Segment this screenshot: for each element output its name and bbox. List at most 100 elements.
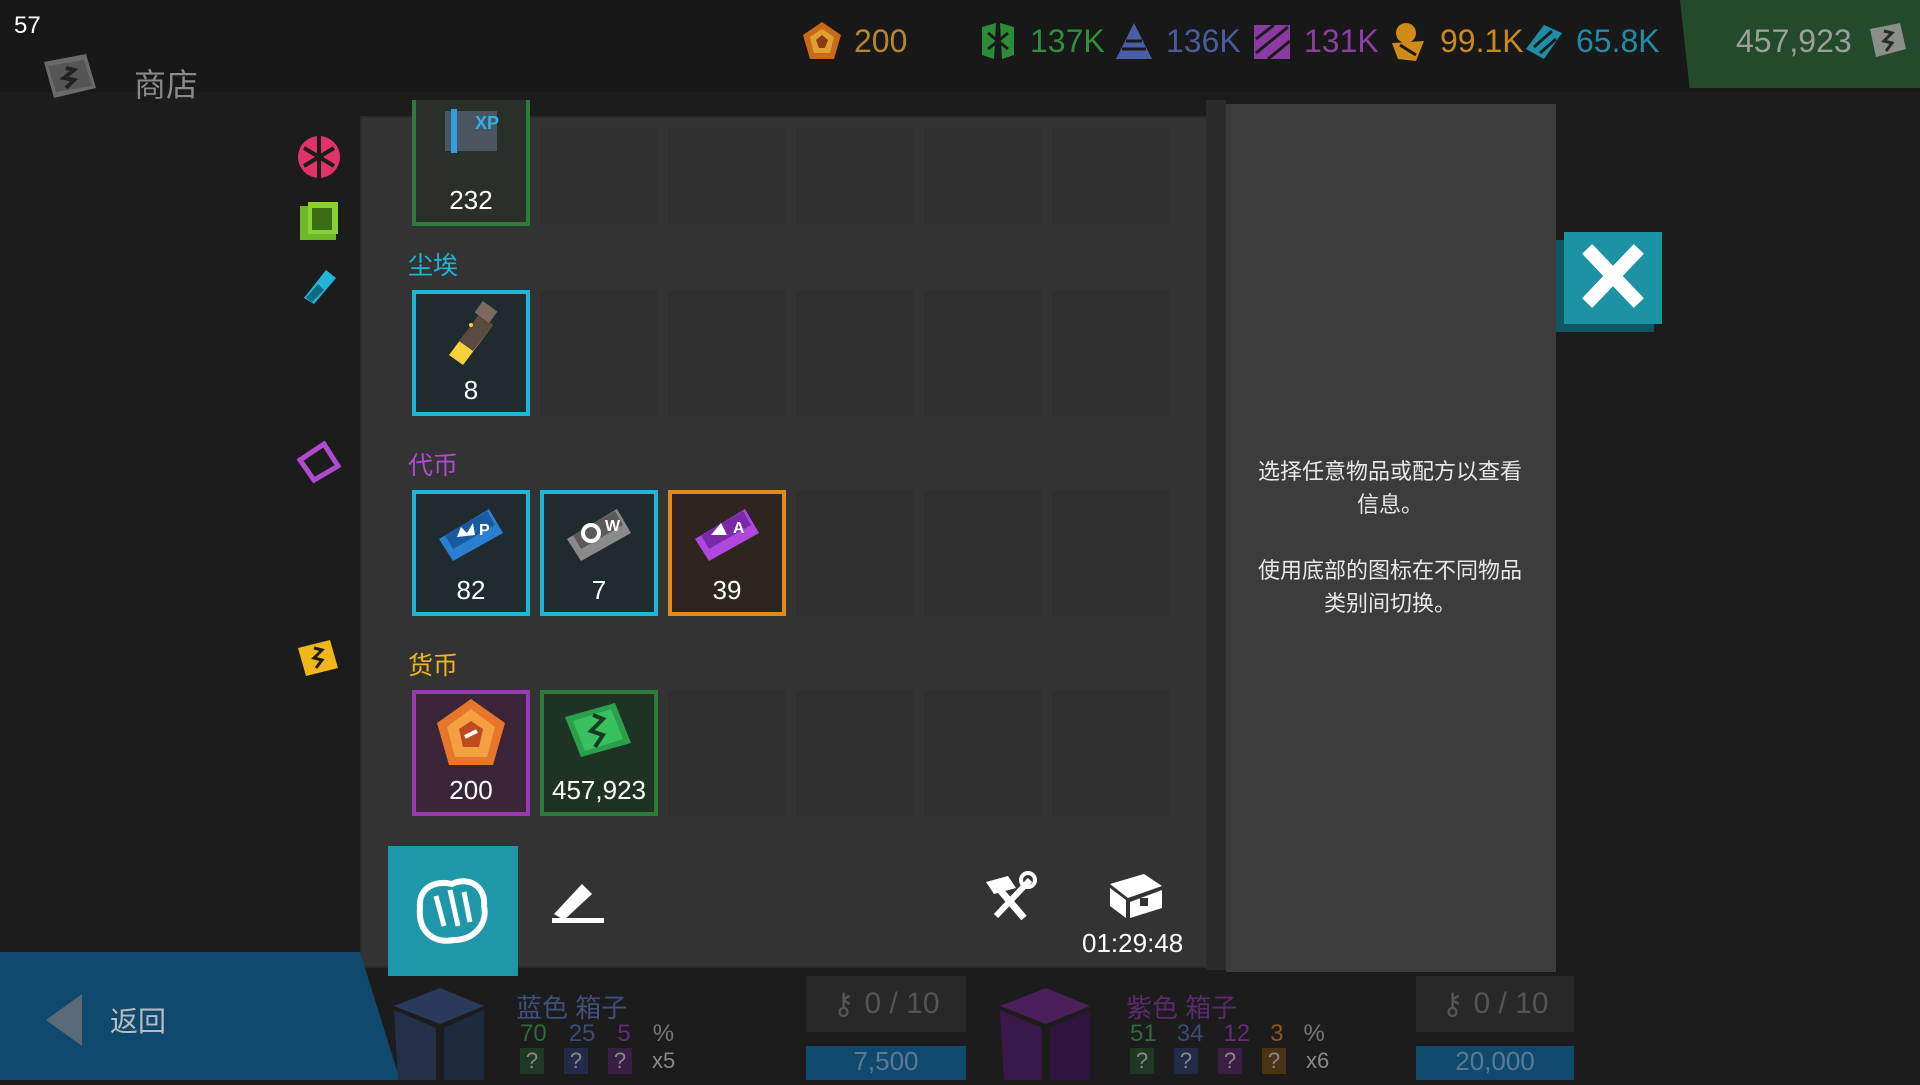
resource-value: 136K [1166, 22, 1241, 59]
category-shards-icon[interactable] [296, 134, 342, 180]
category-dust-icon[interactable] [296, 262, 342, 308]
item-count: 8 [463, 375, 479, 405]
token-item-p[interactable]: P 82 [412, 490, 530, 616]
empty-slot [924, 690, 1042, 816]
odds-percent: % [1303, 1020, 1325, 1047]
currency-item-coin[interactable]: 200 [412, 690, 530, 816]
empty-slot [1052, 490, 1170, 616]
p-token-icon: P [439, 509, 503, 561]
purple-box-odds: 51 34 12 3 % [1130, 1020, 1325, 1048]
empty-slot [668, 690, 786, 816]
chest-icon [1110, 874, 1162, 918]
item-count: 457,923 [552, 775, 646, 805]
close-button[interactable] [1564, 232, 1662, 324]
fps-counter: 57 [14, 12, 41, 39]
svg-text:XP: XP [475, 113, 499, 133]
page-title: 商店 [134, 67, 199, 103]
xp-scroll-icon: XP [445, 109, 499, 153]
blue-box-slots: ? ? ? x5 [520, 1048, 675, 1074]
shop-icon [40, 52, 102, 104]
category-currency-icon[interactable] [296, 636, 342, 682]
pentagon-coin-icon [437, 699, 505, 765]
blue-box-odds: 70 25 5 % [520, 1020, 674, 1048]
item-count: 39 [712, 575, 742, 605]
empty-slot [1052, 128, 1170, 224]
odds-orange: 3 [1270, 1020, 1284, 1047]
info-text: 选择任意物品或配方以查看信息。 使用底部的图标在不同物品类别间切换。 [1240, 455, 1540, 620]
tab-crafting[interactable] [548, 870, 608, 924]
item-count: 200 [449, 775, 493, 805]
resource-cyan-shard: 65.8K [1522, 16, 1660, 66]
item-count: 7 [591, 575, 607, 605]
blue-box-mult: x5 [652, 1048, 676, 1073]
empty-slot [668, 290, 786, 416]
info-line-2: 使用底部的图标在不同物品类别间切换。 [1257, 558, 1522, 616]
empty-slot [796, 490, 914, 616]
empty-slot [796, 128, 914, 224]
resource-blue-shard: 136K [1112, 16, 1241, 66]
item-count: 82 [456, 575, 486, 605]
purple-shard-icon [1254, 23, 1291, 61]
token-item-w[interactable]: W 7 [540, 490, 658, 616]
tab-items[interactable] [388, 846, 518, 976]
section-label-tokens: 代币 [408, 452, 459, 480]
empty-slot [924, 290, 1042, 416]
odds-blue: 25 [568, 1020, 596, 1047]
resource-value: 200 [854, 22, 908, 59]
odds-green: 51 [1130, 1020, 1157, 1047]
resource-purple-shard: 131K [1250, 16, 1379, 66]
purple-box-slots: ? ? ? ? x6 [1130, 1048, 1329, 1074]
token-item-a[interactable]: A 39 [668, 490, 786, 616]
section-label-currency: 货币 [408, 652, 459, 680]
resource-orange-shard: 99.1K [1386, 16, 1524, 66]
cyan-shard-icon [1526, 25, 1562, 59]
resource-value: 457,923 [1736, 22, 1852, 59]
chest-timer: 01:29:48 [1082, 928, 1184, 958]
odds-percent: % [652, 1020, 675, 1047]
empty-slot [796, 690, 914, 816]
section-label-dust: 尘埃 [408, 252, 459, 280]
odds-purple: 5 [617, 1020, 631, 1047]
empty-slot [540, 290, 658, 416]
tab-tools[interactable] [978, 868, 1038, 924]
cash-icon [1869, 23, 1906, 57]
key-icon: ⚷ [1441, 987, 1464, 1021]
resource-cash: 457,923 [1736, 16, 1920, 66]
category-cards-icon[interactable] [296, 198, 342, 244]
svg-text:P: P [479, 522, 490, 539]
empty-slot [924, 490, 1042, 616]
currency-item-cash[interactable]: 457,923 [540, 690, 658, 816]
blue-box-icon [384, 980, 494, 1080]
resource-value: 65.8K [1576, 22, 1660, 59]
blue-box-keys: ⚷ 0 / 10 [806, 976, 966, 1032]
w-token-icon: W [567, 509, 631, 561]
empty-slot [796, 290, 914, 416]
resource-green-shard: 137K [976, 16, 1105, 66]
odds-purple: 12 [1223, 1020, 1251, 1047]
empty-slot [668, 128, 786, 224]
fist-icon [416, 878, 488, 944]
purple-box-icon [990, 980, 1100, 1080]
cash-icon [565, 703, 631, 757]
dust-vial-icon [449, 301, 498, 365]
purple-box-mult: x6 [1306, 1048, 1330, 1073]
pencil-icon [552, 884, 604, 923]
back-label: 返回 [110, 1006, 167, 1037]
resource-pentagon-coin: 200 [800, 16, 907, 66]
key-icon: ⚷ [832, 987, 855, 1021]
tab-chest[interactable] [1104, 868, 1166, 920]
dust-item[interactable]: 8 [412, 290, 530, 416]
item-count: 232 [449, 185, 493, 215]
blue-box-buy-button[interactable]: 7,500 [806, 1046, 966, 1080]
category-tokens-icon[interactable] [296, 438, 342, 484]
odds-green: 70 [520, 1020, 547, 1047]
a-token-icon: A [695, 509, 759, 561]
odds-blue: 34 [1176, 1020, 1204, 1047]
purple-box-buy-button[interactable]: 20,000 [1416, 1046, 1574, 1080]
pentagon-coin-icon [803, 22, 841, 59]
empty-slot [540, 128, 658, 224]
info-line-1: 选择任意物品或配方以查看信息。 [1257, 459, 1522, 517]
xp-item[interactable]: XP 232 [412, 100, 530, 226]
resource-value: 131K [1304, 22, 1379, 59]
panel-divider [1206, 100, 1226, 970]
